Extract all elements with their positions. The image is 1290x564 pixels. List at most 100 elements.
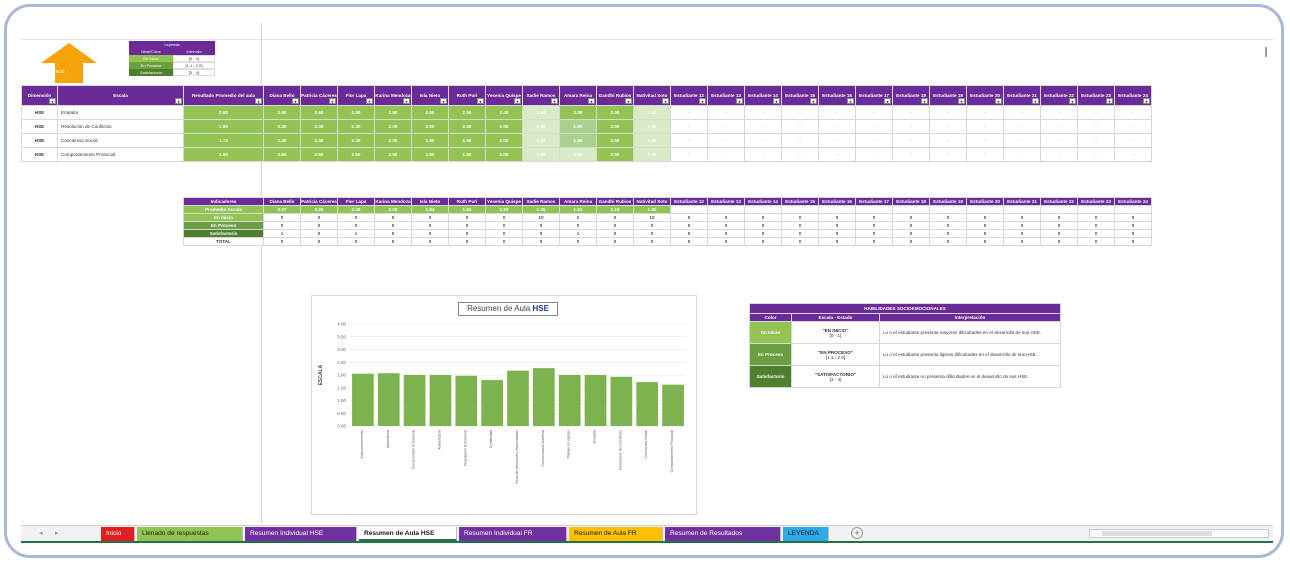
- indicator-value[interactable]: 0: [1114, 229, 1152, 238]
- score-cell[interactable]: -: [707, 147, 745, 162]
- score-cell[interactable]: 2.00: [596, 147, 634, 162]
- score-cell[interactable]: 1.50: [633, 119, 671, 134]
- indicator-value[interactable]: 0: [892, 237, 930, 246]
- indicator-value[interactable]: -: [855, 205, 893, 214]
- sheet-tab[interactable]: Resumen de Resultados: [665, 527, 781, 541]
- indicator-value[interactable]: 0: [300, 237, 338, 246]
- score-cell[interactable]: -: [1077, 133, 1115, 148]
- indicator-value[interactable]: 0: [522, 229, 560, 238]
- indicator-value[interactable]: -: [1040, 205, 1078, 214]
- indicator-value[interactable]: 0: [633, 229, 671, 238]
- filter-dropdown-icon[interactable]: ▾: [625, 98, 632, 104]
- indicator-value[interactable]: 10: [633, 213, 671, 222]
- indicator-value[interactable]: 2.26: [300, 205, 338, 214]
- score-cell[interactable]: 1.60: [522, 105, 560, 120]
- indicator-value[interactable]: 0: [1077, 213, 1115, 222]
- indicator-value[interactable]: 0: [596, 237, 634, 246]
- indicator-value[interactable]: 0: [1040, 237, 1078, 246]
- filter-dropdown-icon[interactable]: ▾: [588, 98, 595, 104]
- score-cell[interactable]: 1.90: [411, 133, 449, 148]
- header-student[interactable]: Ruth Puri ▾: [448, 85, 486, 106]
- score-cell[interactable]: 2.00: [596, 105, 634, 120]
- indicator-value[interactable]: 0: [966, 221, 1004, 230]
- indicator-value[interactable]: 0: [966, 229, 1004, 238]
- header-student[interactable]: Sadie Ramos: [522, 197, 560, 206]
- score-cell[interactable]: -: [892, 105, 930, 120]
- indicator-value[interactable]: 1: [337, 229, 375, 238]
- indicator-value[interactable]: 0: [300, 213, 338, 222]
- header-student[interactable]: Estudiante 12: [670, 197, 708, 206]
- indicator-value[interactable]: 0: [892, 213, 930, 222]
- indicator-value[interactable]: 0: [485, 213, 523, 222]
- indicator-value[interactable]: -: [1077, 205, 1115, 214]
- home-arrow-button[interactable]: Inicio: [39, 41, 99, 85]
- escala-cell[interactable]: Empatía: [57, 105, 184, 120]
- indicator-value[interactable]: 0: [1040, 213, 1078, 222]
- header-student[interactable]: Karina Mendoza: [374, 197, 412, 206]
- score-cell[interactable]: 2.60: [300, 105, 338, 120]
- chart-bar[interactable]: [584, 375, 607, 426]
- score-cell[interactable]: -: [1040, 119, 1078, 134]
- indicator-value[interactable]: 1.64: [448, 205, 486, 214]
- chart-bar[interactable]: [532, 368, 555, 426]
- filter-dropdown-icon[interactable]: ▾: [329, 98, 336, 104]
- header-student[interactable]: Gandhi Rubios: [596, 197, 634, 206]
- score-cell[interactable]: 1.00: [633, 147, 671, 162]
- indicator-value[interactable]: 0: [411, 221, 449, 230]
- indicator-value[interactable]: 0: [670, 229, 708, 238]
- indicator-value[interactable]: 0: [448, 229, 486, 238]
- indicator-value[interactable]: 0: [1040, 229, 1078, 238]
- dimension-cell[interactable]: HSE: [21, 147, 58, 162]
- header-student[interactable]: Estudiante 19: [929, 197, 967, 206]
- score-cell[interactable]: -: [1114, 119, 1152, 134]
- indicator-value[interactable]: -: [707, 205, 745, 214]
- score-cell[interactable]: 2.40: [485, 105, 523, 120]
- indicator-value[interactable]: 1.64: [411, 205, 449, 214]
- indicator-value[interactable]: 0: [300, 221, 338, 230]
- score-cell[interactable]: -: [966, 147, 1004, 162]
- score-cell[interactable]: 2.00: [559, 105, 597, 120]
- score-cell[interactable]: -: [1077, 105, 1115, 120]
- indicator-value[interactable]: 0: [411, 229, 449, 238]
- escala-cell[interactable]: Comportamiento Prosocial: [57, 147, 184, 162]
- score-cell[interactable]: 1.50: [522, 147, 560, 162]
- header-student[interactable]: Estudiante 16 ▾: [818, 85, 856, 106]
- sheet-tab[interactable]: Resumen Individual HSE: [245, 527, 357, 541]
- chart-bar[interactable]: [377, 373, 400, 426]
- score-cell[interactable]: -: [929, 105, 967, 120]
- score-cell[interactable]: 1.50: [448, 147, 486, 162]
- score-cell[interactable]: -: [781, 133, 819, 148]
- chart-bar[interactable]: [610, 376, 633, 426]
- escala-cell[interactable]: Conciencia Social: [57, 133, 184, 148]
- add-sheet-icon[interactable]: +: [851, 527, 863, 539]
- score-cell[interactable]: -: [855, 105, 893, 120]
- score-cell[interactable]: -: [744, 133, 782, 148]
- filter-dropdown-icon[interactable]: ▾: [1032, 98, 1039, 104]
- indicator-value[interactable]: 0: [374, 229, 412, 238]
- score-cell[interactable]: 2.00: [485, 119, 523, 134]
- score-cell[interactable]: -: [929, 133, 967, 148]
- indicator-value[interactable]: 0: [633, 221, 671, 230]
- score-cell[interactable]: -: [707, 133, 745, 148]
- filter-dropdown-icon[interactable]: ▾: [440, 98, 447, 104]
- score-cell[interactable]: 2.00: [485, 147, 523, 162]
- filter-dropdown-icon[interactable]: ▾: [662, 98, 669, 104]
- indicator-value[interactable]: 2.46: [337, 205, 375, 214]
- header-student[interactable]: Estudiante 15: [781, 197, 819, 206]
- indicator-value[interactable]: 0: [744, 229, 782, 238]
- score-cell[interactable]: 2.00: [596, 133, 634, 148]
- indicator-value[interactable]: -: [1114, 205, 1152, 214]
- indicator-value[interactable]: 0: [559, 237, 597, 246]
- promedio-cell[interactable]: 1.72: [183, 133, 264, 148]
- score-cell[interactable]: 1.50: [559, 147, 597, 162]
- dimension-cell[interactable]: HSE: [21, 133, 58, 148]
- filter-dropdown-icon[interactable]: ▾: [810, 98, 817, 104]
- score-cell[interactable]: -: [892, 133, 930, 148]
- header-student[interactable]: Sadie Ramos ▾: [522, 85, 560, 106]
- indicator-value[interactable]: 0: [855, 221, 893, 230]
- header-student[interactable]: Estudiante 18: [892, 197, 930, 206]
- indicator-value[interactable]: 0: [855, 213, 893, 222]
- indicator-value[interactable]: 0: [707, 213, 745, 222]
- indicator-value[interactable]: 0: [966, 213, 1004, 222]
- indicator-value[interactable]: 0: [522, 237, 560, 246]
